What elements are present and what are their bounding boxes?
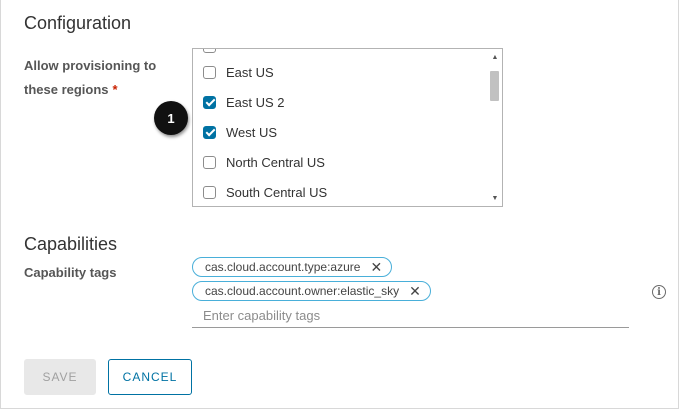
configuration-title: Configuration xyxy=(24,13,132,33)
info-icon[interactable]: i xyxy=(652,285,666,299)
capability-tag-text: cas.cloud.account.type:azure xyxy=(205,260,361,274)
region-item-east-us-2[interactable]: East US 2 xyxy=(203,87,285,117)
regions-label: Allow provisioning to these regions * xyxy=(24,54,156,102)
capability-tag-text: cas.cloud.account.owner:elastic_sky xyxy=(205,284,400,298)
close-icon[interactable]: ✕ xyxy=(370,260,382,274)
region-checkbox[interactable] xyxy=(203,185,216,199)
region-label: East US xyxy=(226,64,274,80)
step-callout-badge: 1 xyxy=(154,101,188,135)
regions-list[interactable]: East US East US 2 West US North Central … xyxy=(192,48,503,207)
region-label: East US 2 xyxy=(226,94,285,110)
capability-tag: cas.cloud.account.owner:elastic_sky ✕ xyxy=(192,281,431,301)
region-label: South Central US xyxy=(226,184,328,200)
scroll-down-icon[interactable]: ▼ xyxy=(488,190,502,206)
region-item-east-us[interactable]: East US xyxy=(203,57,274,87)
region-item-west-us[interactable]: West US xyxy=(203,117,277,147)
save-button[interactable]: SAVE xyxy=(24,359,96,395)
capability-tag: cas.cloud.account.type:azure ✕ xyxy=(192,257,393,277)
capability-tags-label: Capability tags xyxy=(24,265,117,280)
capability-tags-input[interactable] xyxy=(192,304,629,328)
regions-scrollbar[interactable]: ▲ ▼ xyxy=(488,49,502,206)
close-icon[interactable]: ✕ xyxy=(409,284,421,298)
capabilities-title: Capabilities xyxy=(24,234,118,254)
regions-label-line1: Allow provisioning to xyxy=(24,58,157,73)
region-label: West US xyxy=(226,124,278,140)
region-checkbox[interactable] xyxy=(203,65,216,79)
required-indicator: * xyxy=(112,82,118,97)
region-checkbox[interactable] xyxy=(203,95,216,109)
region-item-north-central-us[interactable]: North Central US xyxy=(203,147,325,177)
region-item-south-central-us[interactable]: South Central US xyxy=(203,177,328,206)
scroll-up-icon[interactable]: ▲ xyxy=(488,49,502,65)
cancel-button[interactable]: CANCEL xyxy=(108,359,192,395)
region-label: North Central US xyxy=(226,154,325,170)
region-checkbox[interactable] xyxy=(203,155,216,169)
regions-label-line2: these regions xyxy=(24,82,109,97)
configuration-panel: Configuration Allow provisioning to thes… xyxy=(0,0,679,409)
region-checkbox[interactable] xyxy=(203,125,216,139)
region-checkbox[interactable] xyxy=(203,49,216,53)
scrollbar-thumb[interactable] xyxy=(490,71,499,101)
